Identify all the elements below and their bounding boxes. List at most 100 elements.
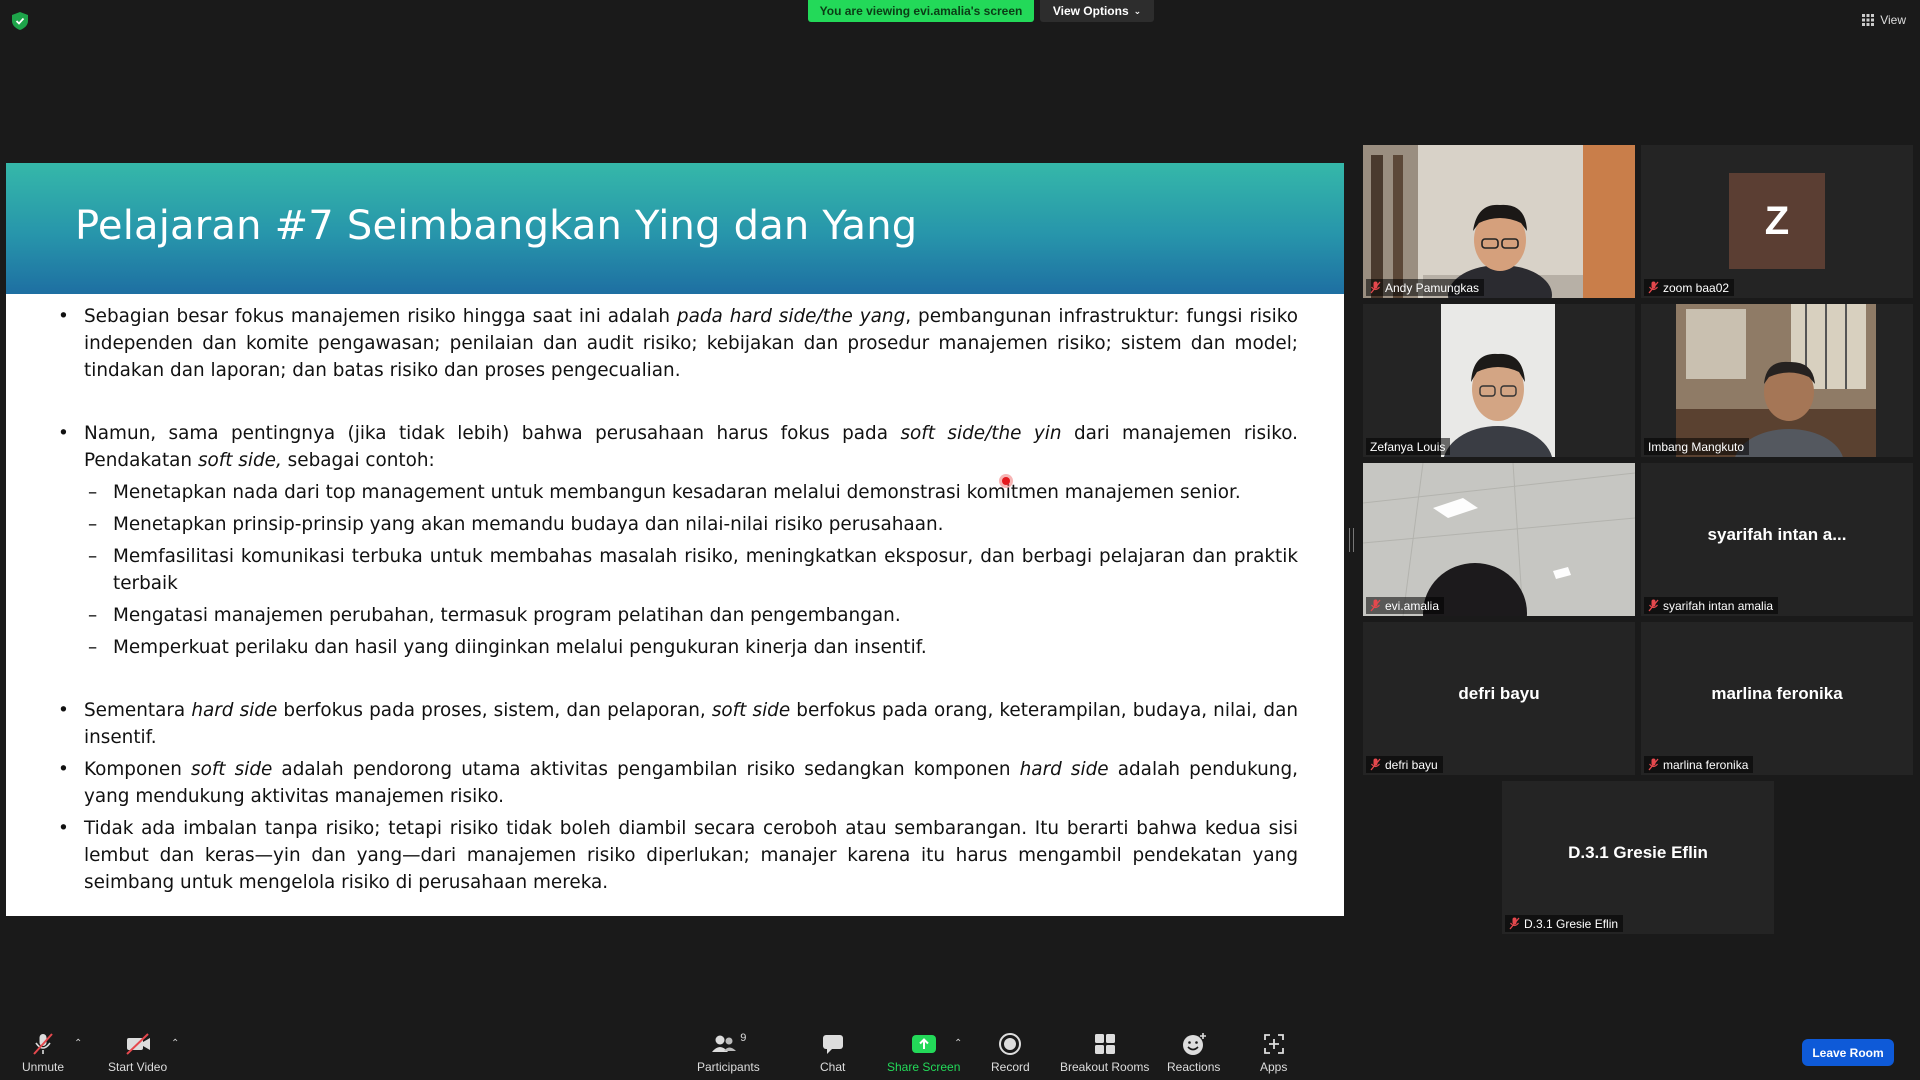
participant-name-label: Andy Pamungkas <box>1366 279 1485 296</box>
apps-label: Apps <box>1260 1060 1288 1074</box>
participant-avatar: Z <box>1729 173 1825 269</box>
participant-name-label: D.3.1 Gresie Eflin <box>1505 915 1624 932</box>
bullet-italic: soft side <box>711 700 791 721</box>
viewing-screen-banner: You are viewing evi.amalia's screen <box>808 0 1034 22</box>
participant-name: Imbang Mangkuto <box>1648 439 1745 454</box>
slide-sub-bullet: Memperkuat perilaku dan hasil yang diing… <box>58 634 1298 661</box>
participant-name: D.3.1 Gresie Eflin <box>1524 916 1619 931</box>
slide-bullet-1: Sebagian besar fokus manajemen risiko hi… <box>58 303 1298 384</box>
bullet-text: berfokus pada proses, sistem, dan pelapo… <box>277 700 712 721</box>
participant-tile[interactable]: D.3.1 Gresie Eflin D.3.1 Gresie Eflin <box>1502 781 1774 934</box>
participant-name-label: syarifah intan amalia <box>1644 597 1779 614</box>
participant-tile[interactable]: marlina feronika marlina feronika <box>1641 622 1913 775</box>
slide-bullet-2: Namun, sama pentingnya (jika tidak lebih… <box>58 420 1298 474</box>
participant-display-name: marlina feronika <box>1711 684 1843 703</box>
participant-video <box>1363 145 1635 298</box>
mic-muted-icon <box>1648 281 1659 294</box>
mic-muted-icon <box>1648 758 1659 771</box>
record-button[interactable]: Record <box>991 1032 1030 1074</box>
security-shield-icon[interactable] <box>12 12 28 30</box>
mic-muted-icon <box>1370 758 1381 771</box>
participants-label: Participants <box>697 1060 760 1074</box>
share-screen-icon <box>911 1035 936 1053</box>
slide-sub-bullet: Menetapkan prinsip-prinsip yang akan mem… <box>58 511 1298 538</box>
participants-icon <box>712 1035 737 1052</box>
video-off-icon <box>125 1033 150 1055</box>
participant-name: zoom baa02 <box>1663 280 1730 295</box>
participants-count: 9 <box>740 1032 747 1044</box>
participant-name: Andy Pamungkas <box>1385 280 1480 295</box>
bullet-italic: pada hard side/the yang <box>676 306 906 327</box>
participant-tile[interactable]: syarifah intan a... syarifah intan amali… <box>1641 463 1913 616</box>
participant-tile[interactable]: Imbang Mangkuto <box>1641 304 1913 457</box>
apps-button[interactable]: Apps <box>1260 1032 1287 1074</box>
view-options-label: View Options <box>1052 4 1129 18</box>
bullet-italic: soft side, <box>197 450 282 471</box>
leave-room-button[interactable]: Leave Room <box>1802 1039 1894 1066</box>
view-label: View <box>1880 13 1906 27</box>
mic-muted-icon <box>1509 917 1520 930</box>
start-video-label: Start Video <box>108 1060 168 1074</box>
breakout-rooms-label: Breakout Rooms <box>1060 1060 1150 1074</box>
participant-name-label: zoom baa02 <box>1644 279 1735 296</box>
share-screen-label: Share Screen <box>887 1060 961 1074</box>
participant-name-label: Imbang Mangkuto <box>1644 438 1750 455</box>
participant-name-label: Zefanya Louis <box>1366 438 1451 455</box>
participant-name-label: marlina feronika <box>1644 756 1754 773</box>
start-video-button[interactable]: Start Video <box>108 1032 167 1074</box>
mic-muted-icon <box>1648 599 1659 612</box>
share-screen-button[interactable]: Share Screen <box>887 1032 960 1074</box>
chat-label: Chat <box>820 1060 846 1074</box>
bullet-text: sebagai contoh: <box>281 450 435 471</box>
slide-sub-bullet: Memfasilitasi komunikasi terbuka untuk m… <box>58 543 1298 597</box>
bullet-text: Namun, sama pentingnya (jika tidak lebih… <box>84 423 901 444</box>
bullet-text: Komponen <box>84 759 191 780</box>
mic-muted-icon <box>33 1033 53 1055</box>
chat-button[interactable]: Chat <box>820 1032 845 1074</box>
share-options-caret[interactable]: ⌃ <box>954 1038 962 1049</box>
bullet-text: Sementara <box>84 700 192 721</box>
breakout-rooms-button[interactable]: Breakout Rooms <box>1060 1032 1149 1074</box>
laser-pointer-dot <box>1002 477 1010 485</box>
slide-header: Pelajaran #7 Seimbangkan Ying dan Yang <box>6 163 1344 294</box>
panel-resize-handle[interactable] <box>1349 528 1354 552</box>
participant-video <box>1363 304 1635 457</box>
bullet-italic: hard side <box>1019 759 1109 780</box>
slide-sub-bullet: Mengatasi manajemen perubahan, termasuk … <box>58 602 1298 629</box>
participant-tile-active-speaker[interactable]: Zefanya Louis <box>1363 304 1635 457</box>
grid-view-icon <box>1862 14 1875 26</box>
bullet-italic: soft side/the yin <box>900 423 1062 444</box>
slide-sub-bullet: Menetapkan nada dari top management untu… <box>58 479 1298 506</box>
participant-display-name: syarifah intan a... <box>1707 525 1847 544</box>
bullet-italic: hard side <box>191 700 278 721</box>
participant-name: evi.amalia <box>1385 598 1440 613</box>
bullet-text: adalah pendorong utama aktivitas pengamb… <box>272 759 1020 780</box>
unmute-button[interactable]: Unmute <box>22 1032 64 1074</box>
participant-tile[interactable]: evi.amalia <box>1363 463 1635 616</box>
slide-bullet-5: Tidak ada imbalan tanpa risiko; tetapi r… <box>58 815 1298 896</box>
shared-slide: Pelajaran #7 Seimbangkan Ying dan Yang S… <box>6 163 1344 916</box>
participant-name-label: defri bayu <box>1366 756 1443 773</box>
audio-options-caret[interactable]: ⌃ <box>74 1038 82 1049</box>
participants-button[interactable]: 9 Participants <box>697 1032 760 1074</box>
view-button[interactable]: View <box>1862 10 1906 30</box>
participant-name: syarifah intan amalia <box>1663 598 1774 613</box>
participant-tile[interactable]: defri bayu defri bayu <box>1363 622 1635 775</box>
participant-video <box>1363 463 1635 616</box>
participant-name-label: evi.amalia <box>1366 597 1445 614</box>
breakout-rooms-icon <box>1094 1034 1115 1054</box>
participant-name: Zefanya Louis <box>1370 439 1446 454</box>
reactions-button[interactable]: Reactions <box>1167 1032 1220 1074</box>
participant-video <box>1641 304 1913 457</box>
view-options-button[interactable]: View Options ⌄ <box>1040 0 1154 22</box>
bullet-italic: soft side <box>190 759 273 780</box>
reactions-label: Reactions <box>1167 1060 1221 1074</box>
chat-bubble-icon <box>822 1035 843 1054</box>
participant-tile[interactable]: Z zoom baa02 <box>1641 145 1913 298</box>
mic-muted-icon <box>1370 281 1381 294</box>
video-options-caret[interactable]: ⌃ <box>171 1038 179 1049</box>
participant-display-name: defri bayu <box>1458 684 1540 703</box>
slide-body: Sebagian besar fokus manajemen risiko hi… <box>58 303 1298 896</box>
unmute-label: Unmute <box>22 1060 65 1074</box>
participant-tile[interactable]: Andy Pamungkas <box>1363 145 1635 298</box>
